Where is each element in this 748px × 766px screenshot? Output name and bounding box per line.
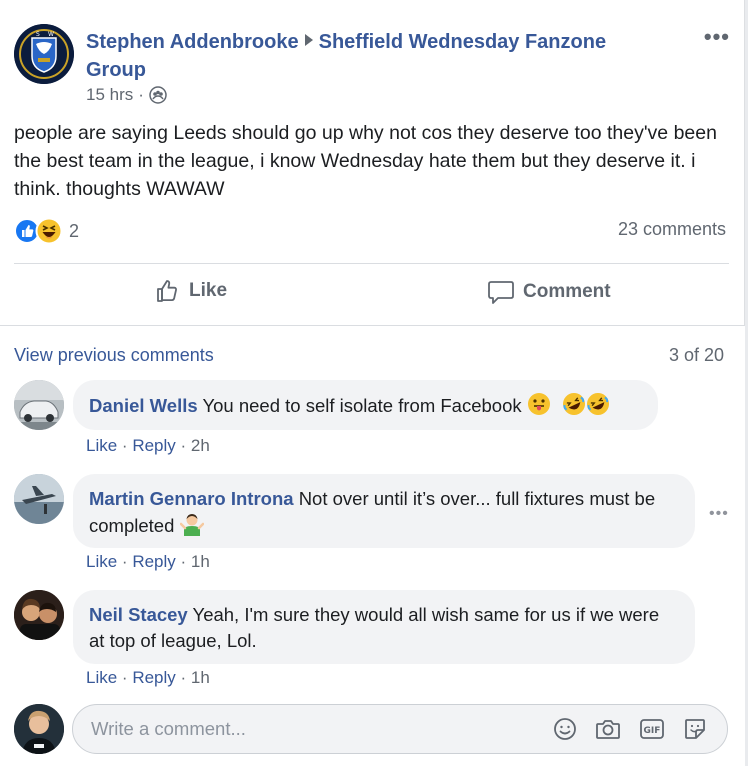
comment-bubble: Martin Gennaro Introna Not over until it… [73,474,695,548]
haha-reaction-icon [35,217,63,245]
svg-text:W: W [48,31,54,38]
comments-count-link[interactable]: 23 comments [618,219,726,240]
group-members-icon[interactable] [149,86,167,104]
svg-text:S: S [36,31,40,38]
comments-page-count: 3 of 20 [668,345,724,365]
comment-reply-link[interactable]: Reply [132,668,175,687]
reaction-count: 2 [69,220,80,241]
comment-like-link[interactable]: Like [86,436,117,455]
like-label: Like [189,280,228,301]
comment-time[interactable]: 1h [191,552,210,571]
gif-icon[interactable]: GIF [639,717,665,741]
comment-actions: Like · Reply · 2h [86,436,210,455]
comment-like-link[interactable]: Like [86,552,117,571]
divider-top [14,263,729,264]
car-photo-icon [14,380,64,430]
commenter-avatar[interactable] [14,590,64,640]
post-body-text: people are saying Leeds should go up why… [14,122,717,200]
comment-bubble: Neil Stacey Yeah, I'm sure they would al… [73,590,695,664]
comment-label: Comment [523,281,611,302]
svg-text:GIF: GIF [644,726,661,736]
write-comment-input[interactable] [91,718,531,740]
rofl-emoji-icon [562,393,585,415]
rofl-emoji-icon [586,393,609,415]
comment-reply-link[interactable]: Reply [132,436,175,455]
commenter-avatar[interactable] [14,380,64,430]
meta-separator: · [138,85,144,104]
thumbs-up-icon [157,280,177,302]
comment-actions: Like · Reply · 1h [86,552,210,571]
aircraft-photo-icon [14,474,64,524]
comment-author[interactable]: Martin Gennaro Introna [89,488,294,509]
reactions-summary[interactable]: 2 [14,217,79,245]
post-card: S W Stephen Addenbrooke Sheffield Wednesd… [0,0,745,766]
camera-icon[interactable] [595,717,621,741]
like-button[interactable]: Like [155,278,227,304]
person-shrugging-emoji-icon [179,514,204,536]
arrow-right-icon [304,34,313,46]
comment-actions: Like · Reply · 1h [86,668,210,687]
comment-attachment-icons: GIF [553,717,707,741]
comment-time[interactable]: 2h [191,436,210,455]
tongue-emoji-icon [527,393,550,415]
comment-like-link[interactable]: Like [86,668,117,687]
group-avatar[interactable]: S W [14,24,74,84]
comment-bubble: Daniel Wells You need to self isolate fr… [73,380,658,430]
crest-icon: S W [14,24,74,84]
emoji-picker-icon[interactable] [553,717,577,741]
comment-more-options-icon[interactable]: ••• [709,505,729,523]
post-author-link[interactable]: Stephen Addenbrooke [86,31,299,53]
post-meta: 15 hrs · [86,85,167,105]
more-options-icon[interactable]: ••• [704,24,730,50]
comment-author[interactable]: Daniel Wells [89,395,198,416]
comment-bubble-icon [488,281,514,304]
current-user-avatar[interactable] [14,704,64,754]
post-time[interactable]: 15 hrs [86,85,133,105]
comment-author[interactable]: Neil Stacey [89,604,188,625]
comment-reply-link[interactable]: Reply [132,552,175,571]
comment-button[interactable]: Comment [487,278,611,306]
comment-time[interactable]: 1h [191,668,210,687]
write-comment-box[interactable]: GIF [72,704,728,754]
sticker-icon[interactable] [683,717,707,741]
post-header: Stephen Addenbrooke Sheffield Wednesday F… [86,28,666,84]
couple-photo-icon [14,590,64,640]
comment-text: You need to self isolate from Facebook [202,395,522,416]
commenter-avatar[interactable] [14,474,64,524]
view-previous-comments-link[interactable]: View previous comments [14,345,214,366]
user-photo-icon [14,704,64,754]
